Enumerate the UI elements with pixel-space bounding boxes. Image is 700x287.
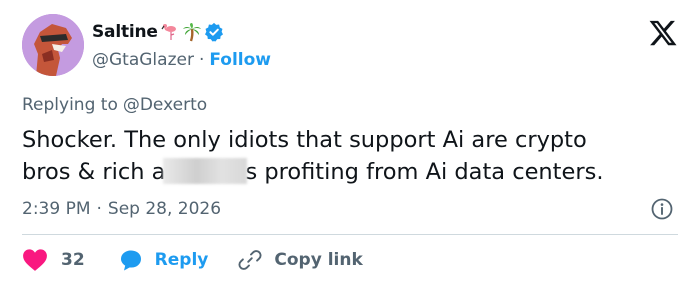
info-icon[interactable] — [650, 197, 674, 221]
reply-bubble-icon — [120, 250, 141, 271]
tweet-timestamp[interactable]: 2:39 PM · Sep 28, 2026 — [22, 197, 221, 221]
tweet-text-line-2-after: s profiting from Ai data centers. — [245, 159, 604, 185]
avatar-image — [22, 14, 84, 76]
user-handle-row: @GtaGlazer · Follow — [92, 48, 271, 72]
like-button[interactable]: 32 — [22, 248, 85, 272]
tweet-text-line-1: Shocker. The only idiots that support Ai… — [22, 127, 587, 153]
divider — [22, 234, 678, 235]
replying-to-label: Replying to — [22, 95, 118, 115]
like-count: 32 — [61, 250, 85, 270]
tweet-text: Shocker. The only idiots that support Ai… — [22, 124, 682, 188]
reply-button[interactable]: Reply — [119, 248, 209, 272]
avatar[interactable] — [22, 14, 84, 76]
copy-link-button[interactable]: Copy link — [238, 248, 363, 272]
display-name[interactable]: Saltine — [92, 22, 158, 42]
tweet-text-line-2-before: bros & rich a — [22, 159, 166, 185]
flamingo-icon — [160, 22, 180, 42]
user-name-row: Saltine — [92, 20, 224, 44]
handle-separator: · — [198, 50, 205, 70]
x-logo-icon[interactable] — [648, 18, 678, 48]
replying-to: Replying to @Dexerto — [22, 93, 207, 117]
reply-mention-link[interactable]: @Dexerto — [123, 95, 207, 115]
timestamp-separator: · — [96, 199, 102, 219]
tweet-text-line-2: bros & rich a s profiting from Ai data ce… — [22, 156, 682, 188]
censored-word-blur — [163, 158, 248, 184]
user-handle[interactable]: @GtaGlazer — [92, 50, 194, 70]
verified-badge-icon — [204, 22, 224, 42]
reply-label: Reply — [154, 250, 209, 270]
palm-tree-icon — [182, 22, 202, 42]
tweet-date: Sep 28, 2026 — [107, 199, 222, 219]
action-bar: 32 Reply Copy link — [22, 246, 363, 274]
heart-icon — [23, 249, 47, 271]
follow-button[interactable]: Follow — [209, 50, 271, 70]
copy-link-label: Copy link — [274, 250, 363, 270]
tweet-time: 2:39 PM — [22, 199, 91, 219]
link-icon — [238, 250, 262, 270]
